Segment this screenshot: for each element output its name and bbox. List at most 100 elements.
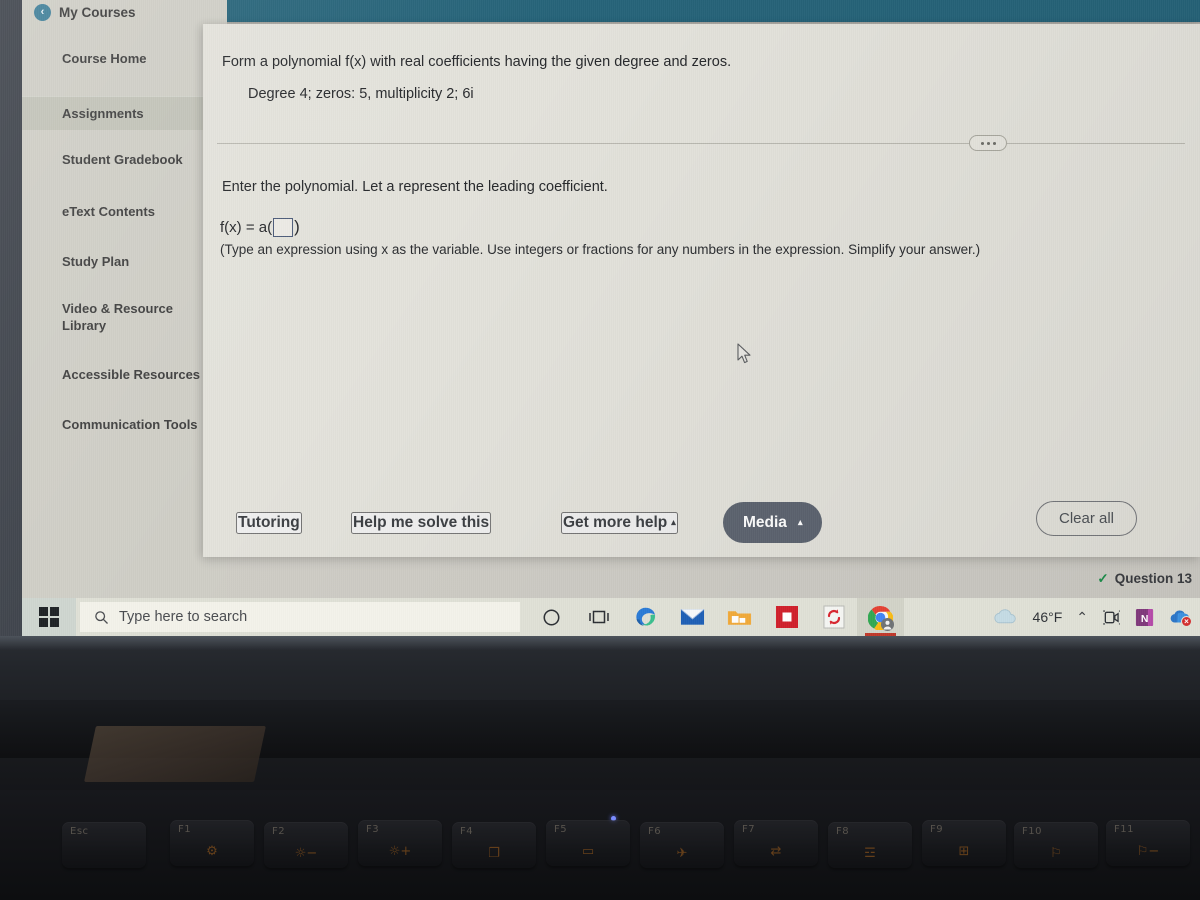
key-f10[interactable]: F10 ⚐	[1014, 822, 1098, 868]
key-label: F8	[836, 826, 850, 837]
media-label: Media	[743, 513, 787, 531]
sidebar-item-accessible-resources[interactable]: Accessible Resources	[22, 366, 227, 383]
key-f11[interactable]: F11 ⚐−	[1106, 820, 1190, 866]
sidebar-item-video-resource-library[interactable]: Video & Resource Library	[22, 300, 227, 334]
sync-refresh-icon[interactable]	[810, 598, 857, 636]
keyboard-deck: Esc F1 ⚙ F2 ☼− F3 ☼+ F4 ❐ F5 ▭ F6 ✈ F7 ⇄ F8 ☲ F9 ⊞ F10 ⚐ F11 ⚐…	[0, 790, 1200, 900]
get-more-help-label: Get more help	[563, 514, 668, 531]
clear-all-button[interactable]: Clear all	[1036, 501, 1138, 536]
browser-left-edge	[0, 0, 22, 636]
my-courses-label: My Courses	[59, 4, 136, 20]
screenshot-stage: Esc F1 ⚙ F2 ☼− F3 ☼+ F4 ❐ F5 ▭ F6 ✈ F7 ⇄ F8 ☲ F9 ⊞ F10 ⚐ F11 ⚐…	[0, 0, 1200, 900]
system-tray: 46°F ⌃ N ×	[992, 608, 1200, 627]
mail-icon[interactable]	[669, 598, 716, 636]
key-glyph-icon: ☼−	[294, 846, 318, 861]
onedrive-error-badge: ×	[1181, 616, 1192, 627]
get-more-help-button[interactable]: Get more help ▴	[561, 512, 678, 534]
background-question-label: Question 13	[1114, 571, 1192, 586]
laptop-sticker	[84, 726, 266, 782]
key-label: F2	[272, 826, 286, 837]
sidebar-item-assignments[interactable]: Assignments	[22, 96, 227, 130]
key-f8[interactable]: F8 ☲	[828, 822, 912, 868]
key-label: F11	[1114, 824, 1134, 835]
sidebar-item-study-plan[interactable]: Study Plan	[22, 253, 227, 270]
dot-1	[980, 141, 984, 145]
dot-3	[992, 141, 996, 145]
key-f9[interactable]: F9 ⊞	[922, 820, 1006, 866]
sidebar-item-label: Assignments	[62, 105, 144, 121]
sidebar-item-label: Course Home	[62, 51, 147, 66]
onenote-icon[interactable]: N	[1135, 608, 1154, 627]
search-input[interactable]: Type here to search	[80, 602, 520, 632]
task-view-icon[interactable]	[575, 598, 622, 636]
answer-prefix: f(x) = a(	[220, 218, 273, 236]
key-glyph-icon: ⚐−	[1136, 844, 1160, 859]
sidebar-item-communication-tools[interactable]: Communication Tools	[22, 416, 227, 433]
key-f5[interactable]: F5 ▭	[546, 820, 630, 866]
back-arrow-circle-icon[interactable]: ‹	[34, 3, 51, 21]
sidebar-item-label: Video & Resource Library	[62, 301, 174, 333]
key-glyph-icon: ☼+	[388, 844, 412, 859]
key-esc[interactable]: Esc	[62, 822, 146, 868]
edge-browser-icon[interactable]	[622, 598, 669, 636]
sidebar-header[interactable]: ‹ My Courses	[22, 0, 227, 24]
answer-suffix: )	[294, 217, 300, 236]
green-check-icon: ✓	[1097, 571, 1109, 586]
sidebar-item-course-home[interactable]: Course Home	[22, 50, 227, 67]
answer-format-hint: (Type an expression using x as the varia…	[220, 242, 981, 257]
key-glyph-icon: ▭	[581, 844, 595, 859]
tutoring-button[interactable]: Tutoring	[236, 512, 302, 534]
course-sidebar: ‹ My Courses Course Home Assignments Stude…	[22, 0, 227, 600]
caret-up-icon: ▴	[671, 517, 676, 527]
weather-temperature[interactable]: 46°F	[1033, 609, 1063, 625]
media-button[interactable]: Media ▴	[723, 502, 823, 543]
key-label: F1	[178, 824, 192, 835]
search-placeholder: Type here to search	[119, 609, 248, 625]
key-label: F7	[742, 824, 756, 835]
sidebar-item-label: Study Plan	[62, 254, 130, 269]
key-label: F3	[366, 824, 380, 835]
key-glyph-icon: ⚙	[206, 844, 218, 859]
key-glyph-icon: ⊞	[958, 844, 970, 859]
key-f3[interactable]: F3 ☼+	[358, 820, 442, 866]
start-button[interactable]	[22, 598, 76, 636]
key-f1[interactable]: F1 ⚙	[170, 820, 254, 866]
cortana-circle-icon[interactable]	[528, 598, 575, 636]
key-label: F6	[648, 826, 662, 837]
webcam-icon[interactable]	[1102, 608, 1121, 627]
mouse-cursor	[737, 343, 751, 364]
answer-expression-row: f(x) = a( )	[220, 217, 300, 237]
sidebar-item-label: Communication Tools	[62, 417, 198, 432]
sidebar-item-label: eText Contents	[62, 204, 155, 219]
caret-up-icon: ▴	[797, 517, 803, 527]
key-label: F5	[554, 824, 568, 835]
key-f6[interactable]: F6 ✈	[640, 822, 724, 868]
laptop-screen: ‹ My Courses Course Home Assignments Stude…	[0, 0, 1200, 636]
key-glyph-icon: ✈	[676, 846, 688, 861]
chevron-up-icon[interactable]: ⌃	[1076, 609, 1088, 626]
question-panel: Form a polynomial f(x) with real coeffic…	[203, 24, 1200, 557]
dot-2	[986, 141, 990, 145]
svg-text:N: N	[1141, 613, 1149, 624]
key-f2[interactable]: F2 ☼−	[264, 822, 348, 868]
key-glyph-icon: ⚐	[1050, 846, 1062, 861]
key-f7[interactable]: F7 ⇄	[734, 820, 818, 866]
answer-input-box[interactable]	[273, 217, 294, 237]
chrome-browser-icon[interactable]	[857, 598, 904, 636]
sidebar-item-student-gradebook[interactable]: Student Gradebook	[22, 151, 227, 168]
sidebar-item-etext-contents[interactable]: eText Contents	[22, 203, 227, 220]
key-f4[interactable]: F4 ❐	[452, 822, 536, 868]
sidebar-item-label: Student Gradebook	[62, 152, 183, 167]
folder-icon[interactable]	[716, 598, 763, 636]
key-glyph-icon: ⇄	[770, 844, 782, 859]
red-square-app-icon[interactable]	[763, 598, 810, 636]
cloud-icon[interactable]	[992, 608, 1019, 626]
background-question-row[interactable]: ✓ Question 13	[1097, 571, 1192, 587]
key-label: F4	[460, 826, 474, 837]
key-glyph-icon: ☲	[864, 846, 876, 861]
help-me-solve-this-button[interactable]: Help me solve this	[351, 512, 492, 534]
search-icon	[95, 610, 108, 624]
bezel-highlight	[0, 636, 1200, 650]
key-label: F10	[1022, 826, 1042, 837]
more-options-button[interactable]	[969, 135, 1007, 151]
